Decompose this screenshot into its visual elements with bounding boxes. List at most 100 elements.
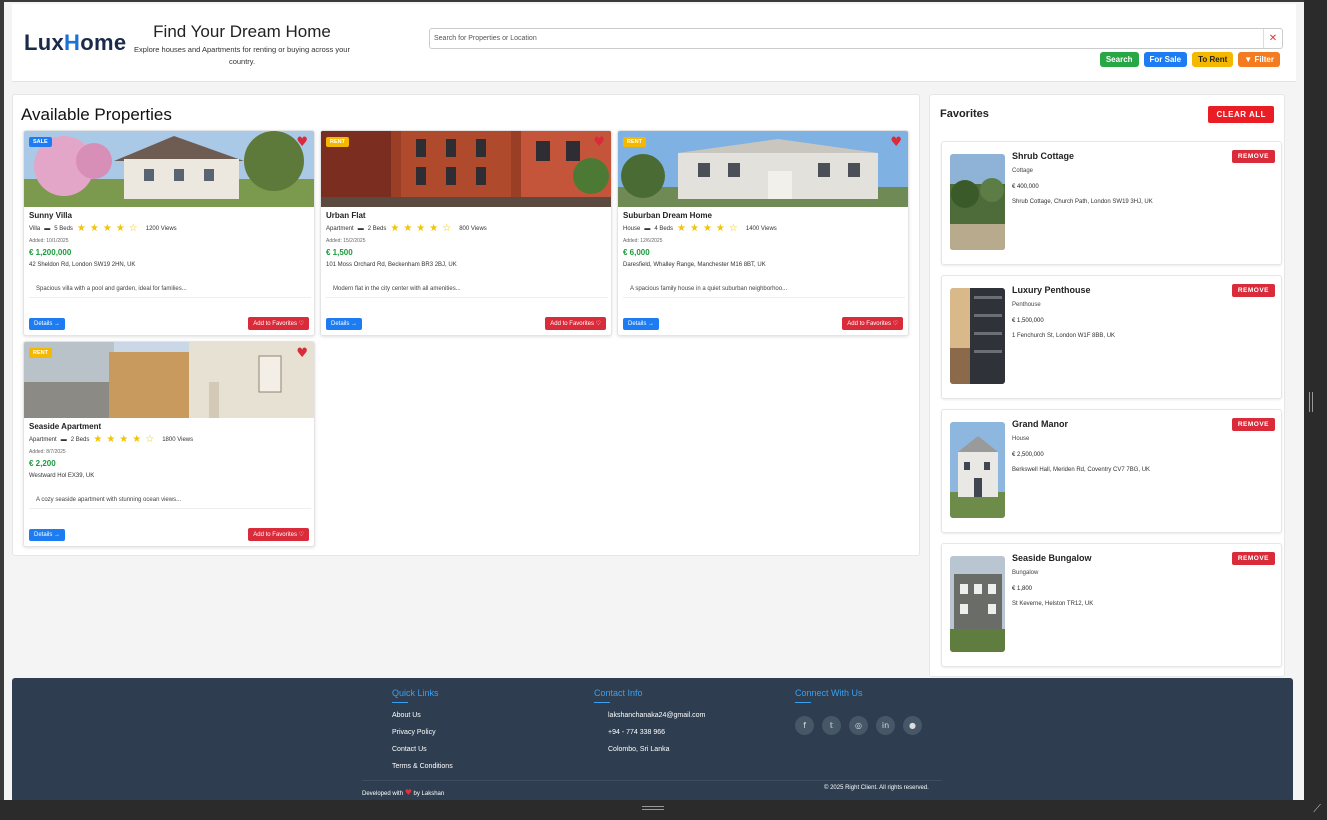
resize-grip-icon[interactable]: ⟋ (1313, 802, 1321, 816)
rating-stars: ★★★★☆ (93, 434, 159, 445)
property-beds: 4 Beds (654, 225, 674, 232)
clear-filter-icon[interactable]: ✕ (1263, 29, 1282, 48)
property-title[interactable]: Seaside Apartment (29, 422, 101, 431)
property-address: Westward Hol EX39, UK (29, 473, 95, 479)
favorite-heart-icon[interactable]: ♥ (593, 135, 605, 150)
property-price: € 6,000 (623, 248, 650, 257)
to-rent-button[interactable]: To Rent (1192, 52, 1234, 67)
add-to-favorites-button[interactable]: Add to Favorites ♡ (248, 528, 309, 541)
property-title[interactable]: Suburban Dream Home (623, 211, 712, 220)
favorite-title: Seaside Bungalow (1012, 553, 1092, 563)
details-button[interactable]: Details → (623, 318, 660, 330)
details-button[interactable]: Details → (29, 318, 66, 330)
favorite-price: € 2,500,000 (1012, 452, 1044, 458)
quick-links-heading: Quick Links (392, 688, 453, 703)
horizontal-resize-handle[interactable] (642, 806, 664, 810)
listing-badge: RENT (623, 137, 646, 147)
property-title[interactable]: Sunny Villa (29, 211, 72, 220)
site-logo[interactable]: LuxHome (24, 30, 126, 56)
favorite-card[interactable]: Grand Manor House € 2,500,000 Berkswell … (941, 409, 1282, 533)
add-to-favorites-button[interactable]: Add to Favorites ♡ (545, 317, 606, 330)
footer-link-privacy[interactable]: Privacy Policy (392, 729, 453, 736)
remove-favorite-button[interactable]: REMOVE (1231, 418, 1275, 431)
add-to-favorites-button[interactable]: Add to Favorites ♡ (248, 317, 309, 330)
add-to-favorites-button[interactable]: Add to Favorites ♡ (842, 317, 903, 330)
property-card[interactable]: SALE ♥ Sunny Villa Villa ▬ 5 Beds ★★★★☆ … (23, 130, 315, 336)
favorites-panel: Favorites CLEAR ALL Shrub Cottage Cottag… (929, 94, 1285, 677)
favorite-image (950, 556, 1005, 652)
contact-email[interactable]: lakshanchanaka24@gmail.com (594, 712, 705, 719)
vertical-resize-handle[interactable] (1309, 392, 1313, 412)
favorite-card[interactable]: Shrub Cottage Cottage € 400,000 Shrub Co… (941, 141, 1282, 265)
property-address: Daresfield, Whalley Range, Manchester M1… (623, 262, 766, 268)
site-header: LuxHome Find Your Dream Home Explore hou… (12, 4, 1296, 82)
twitter-icon[interactable]: 𝕥 (822, 716, 841, 735)
favorite-heart-icon[interactable]: ♥ (296, 135, 308, 150)
favorite-price: € 1,500,000 (1012, 318, 1044, 324)
connect-column: Connect With Us f 𝕥 ◎ in ● (795, 688, 922, 735)
favorite-type: House (1012, 436, 1030, 442)
property-address: 101 Moss Orchard Rd, Beckenham BR3 2BJ, … (326, 262, 457, 268)
search-placeholder: Search for Properties or Location (434, 35, 537, 42)
footer-link-terms[interactable]: Terms & Conditions (392, 763, 453, 770)
details-button[interactable]: Details → (326, 318, 363, 330)
heart-icon: ♥ (404, 788, 412, 797)
window-bottom-border (0, 800, 1327, 820)
github-icon[interactable]: ● (903, 716, 922, 735)
bed-icon: ▬ (644, 225, 651, 232)
linkedin-icon[interactable]: in (876, 716, 895, 735)
property-card[interactable]: RENT ♥ Urban Flat Apartment ▬ 2 Beds ★★★… (320, 130, 612, 336)
search-input[interactable]: Search for Properties or Location ✕ (429, 28, 1283, 49)
connect-heading: Connect With Us (795, 688, 922, 703)
rating-stars: ★★★★☆ (76, 223, 142, 234)
contact-info-heading: Contact Info (594, 688, 705, 703)
property-description: Modern flat in the city center with all … (326, 286, 608, 298)
property-type: Apartment (326, 225, 354, 232)
property-meta: Apartment ▬ 2 Beds ★★★★☆ 1800 Views (29, 434, 193, 445)
favorite-price: € 400,000 (1012, 184, 1039, 190)
property-views: 800 Views (459, 225, 487, 232)
footer-link-about[interactable]: About Us (392, 712, 453, 719)
details-button[interactable]: Details → (29, 529, 66, 541)
instagram-icon[interactable]: ◎ (849, 716, 868, 735)
clear-all-button[interactable]: CLEAR ALL (1208, 106, 1274, 123)
property-added-date: Added: 8/7/2025 (29, 449, 66, 455)
favorite-card[interactable]: Luxury Penthouse Penthouse € 1,500,000 1… (941, 275, 1282, 399)
property-price: € 2,200 (29, 459, 56, 468)
favorite-heart-icon[interactable]: ♥ (296, 346, 308, 361)
listing-badge: SALE (29, 137, 52, 147)
contact-info-column: Contact Info lakshanchanaka24@gmail.com … (594, 688, 705, 753)
property-title[interactable]: Urban Flat (326, 211, 366, 220)
favorite-heart-icon[interactable]: ♥ (890, 135, 902, 150)
hero-subtitle: Explore houses and Apartments for rentin… (134, 45, 350, 66)
footer-link-contact[interactable]: Contact Us (392, 746, 453, 753)
favorite-card[interactable]: Seaside Bungalow Bungalow € 1,800 St Kev… (941, 543, 1282, 667)
remove-favorite-button[interactable]: REMOVE (1231, 150, 1275, 163)
browser-viewport: LuxHome Find Your Dream Home Explore hou… (4, 2, 1304, 800)
property-type: Villa (29, 225, 41, 232)
footer-divider (362, 780, 942, 781)
search-button[interactable]: Search (1099, 52, 1139, 67)
favorite-type: Penthouse (1012, 302, 1041, 308)
favorite-title: Luxury Penthouse (1012, 285, 1091, 295)
bed-icon: ▬ (44, 225, 51, 232)
property-views: 1200 Views (145, 225, 177, 232)
favorite-type: Cottage (1012, 168, 1034, 174)
property-added-date: Added: 15/2/2025 (326, 238, 366, 244)
rating-stars: ★★★★☆ (677, 223, 742, 234)
filter-button[interactable]: ▼ Filter (1238, 52, 1280, 67)
remove-favorite-button[interactable]: REMOVE (1231, 552, 1275, 565)
logo-text-right: ome (80, 30, 127, 55)
property-image (24, 131, 314, 207)
property-price: € 1,200,000 (29, 248, 72, 257)
facebook-icon[interactable]: f (795, 716, 814, 735)
property-image (618, 131, 908, 207)
property-card[interactable]: RENT ♥ Suburban Dream Home House ▬ 4 Bed… (617, 130, 909, 336)
property-card[interactable]: RENT ♥ Seaside Apartment Apartment ▬ 2 B… (23, 341, 315, 547)
favorite-title: Shrub Cottage (1012, 151, 1074, 161)
remove-favorite-button[interactable]: REMOVE (1231, 284, 1275, 297)
search-actions: Search For Sale To Rent ▼ Filter (1099, 52, 1280, 67)
for-sale-button[interactable]: For Sale (1143, 52, 1188, 67)
property-price: € 1,500 (326, 248, 353, 257)
quick-links-column: Quick Links About Us Privacy Policy Cont… (392, 688, 453, 770)
